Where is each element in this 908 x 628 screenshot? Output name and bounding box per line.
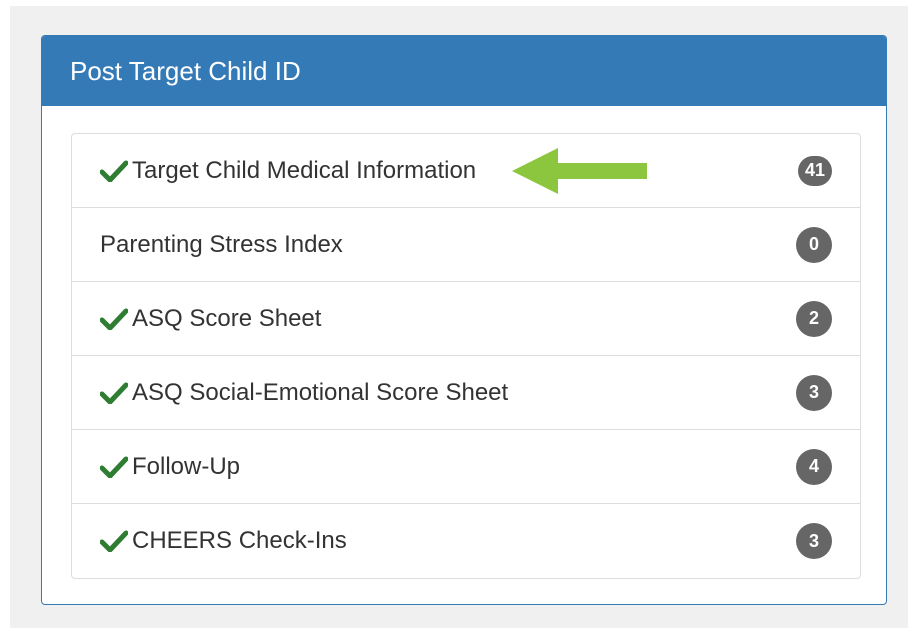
count-badge: 2 — [796, 300, 832, 337]
list-item-label: ASQ Score Sheet — [132, 304, 322, 332]
post-target-child-id-panel: Post Target Child ID Target Child Medica… — [41, 35, 887, 605]
count-badge: 41 — [798, 155, 832, 186]
list-item-label: Parenting Stress Index — [100, 230, 343, 258]
list-item-label: Follow-Up — [132, 452, 241, 480]
list-item-cheers-check-ins[interactable]: CHEERS Check-Ins 3 — [72, 504, 860, 578]
list-item-follow-up[interactable]: Follow-Up 4 — [72, 430, 860, 504]
count-badge: 3 — [796, 523, 832, 559]
checkmark-icon — [100, 308, 130, 330]
checkmark-icon — [100, 530, 130, 552]
list-item-asq-social-emotional-score-sheet[interactable]: ASQ Social-Emotional Score Sheet 3 — [72, 356, 860, 430]
checkmark-icon — [100, 160, 130, 182]
list-item-asq-score-sheet[interactable]: ASQ Score Sheet 2 — [72, 282, 860, 356]
count-badge: 0 — [796, 226, 832, 263]
checkmark-icon — [100, 456, 130, 478]
list-item-label: CHEERS Check-Ins — [132, 527, 347, 554]
count-badge: 3 — [796, 374, 832, 411]
checkmark-icon — [100, 382, 130, 404]
left-arrow-icon — [512, 148, 647, 194]
list-item-parenting-stress-index[interactable]: Parenting Stress Index 0 — [72, 208, 860, 282]
list-item-target-child-medical-information[interactable]: Target Child Medical Information 41 — [72, 134, 860, 208]
list-item-label: ASQ Social-Emotional Score Sheet — [132, 378, 509, 406]
form-list: Target Child Medical Information 41 Pare… — [71, 133, 861, 579]
count-badge: 4 — [796, 448, 832, 485]
panel-title: Post Target Child ID — [70, 55, 301, 86]
list-item-label: Target Child Medical Information — [132, 156, 477, 184]
panel-heading: Post Target Child ID — [42, 36, 886, 106]
